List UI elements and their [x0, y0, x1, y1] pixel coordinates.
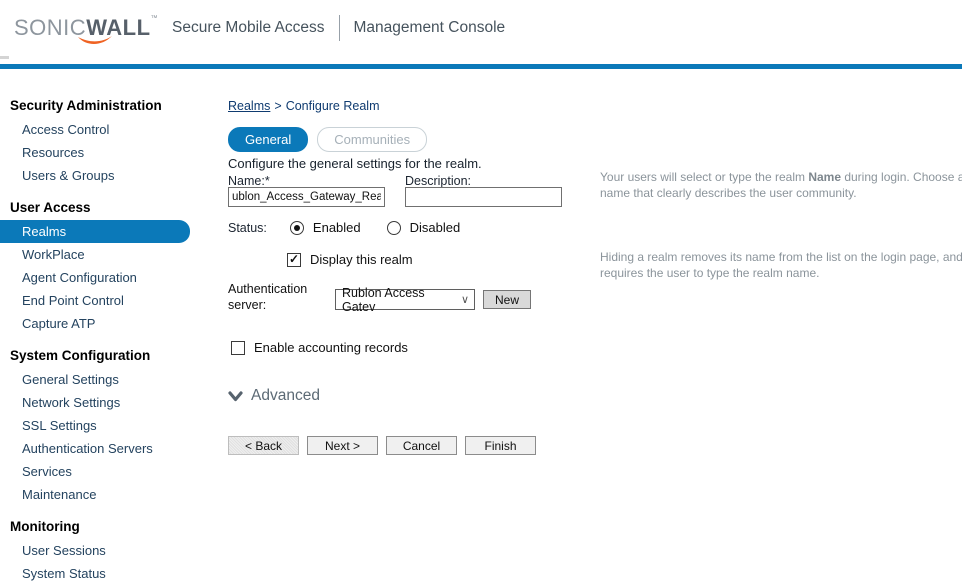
status-label: Status: — [228, 221, 267, 235]
sidebar-item-resources[interactable]: Resources — [0, 141, 200, 164]
sidebar-item-network-settings[interactable]: Network Settings — [0, 391, 200, 414]
app-window: SONICWALL™ Secure Mobile Access Manageme… — [0, 0, 962, 587]
app-header: SONICWALL™ Secure Mobile Access Manageme… — [0, 0, 962, 56]
main-content: Realms > Configure Realm General Communiti… — [228, 90, 962, 587]
sidebar-item-agent-configuration[interactable]: Agent Configuration — [0, 266, 200, 289]
sidebar-item-maintenance[interactable]: Maintenance — [0, 483, 200, 506]
status-row: Status: Enabled Disabled — [228, 220, 460, 235]
tab-general[interactable]: General — [228, 127, 308, 152]
breadcrumb-link-realms[interactable]: Realms — [228, 99, 270, 113]
breadcrumb-current: Configure Realm — [286, 99, 380, 113]
sidebar-item-capture-atp[interactable]: Capture ATP — [0, 312, 200, 335]
console-name: Management Console — [354, 19, 506, 37]
app-logo: SONICWALL™ — [14, 15, 158, 41]
chevron-down-icon: ∨ — [461, 293, 469, 306]
header-divider — [339, 15, 340, 41]
sidebar-heading-monitoring: Monitoring — [10, 519, 200, 534]
description-label: Description: — [405, 174, 471, 188]
sidebar-item-general-settings[interactable]: General Settings — [0, 368, 200, 391]
intro-text: Configure the general settings for the r… — [228, 156, 482, 171]
chevron-down-icon — [228, 391, 243, 402]
display-realm-label: Display this realm — [310, 252, 413, 267]
tab-communities[interactable]: Communities — [317, 127, 427, 152]
display-realm-checkbox[interactable] — [287, 253, 301, 267]
sidebar-item-services[interactable]: Services — [0, 460, 200, 483]
status-enabled-label: Enabled — [313, 220, 361, 235]
sidebar-item-workplace[interactable]: WorkPlace — [0, 243, 200, 266]
sidebar-item-end-point-control[interactable]: End Point Control — [0, 289, 200, 312]
logo-text-sonic: SONIC — [14, 15, 86, 40]
description-input[interactable] — [405, 187, 562, 207]
header-notch — [0, 56, 9, 59]
sidebar-heading-system-configuration: System Configuration — [10, 348, 200, 363]
accent-bar — [0, 64, 962, 69]
new-auth-server-button[interactable]: New — [483, 290, 531, 309]
accounting-checkbox[interactable] — [231, 341, 245, 355]
breadcrumb: Realms > Configure Realm — [228, 99, 379, 113]
sidebar-item-realms[interactable]: Realms — [0, 220, 190, 243]
name-label: Name:* — [228, 174, 270, 188]
sidebar-item-user-sessions[interactable]: User Sessions — [0, 539, 200, 562]
display-realm-row: Display this realm — [287, 252, 413, 267]
realm-name-input[interactable] — [228, 187, 385, 207]
accounting-row: Enable accounting records — [231, 340, 408, 355]
status-enabled-radio[interactable] — [290, 221, 304, 235]
sidebar-heading-user-access: User Access — [10, 200, 200, 215]
hide-realm-help-text: Hiding a realm removes its name from the… — [600, 249, 962, 281]
name-help-pre: Your users will select or type the realm — [600, 170, 808, 184]
next-button[interactable]: Next > — [307, 436, 378, 455]
sidebar-item-ssl-settings[interactable]: SSL Settings — [0, 414, 200, 437]
finish-button[interactable]: Finish — [465, 436, 536, 455]
product-name: Secure Mobile Access — [172, 19, 325, 37]
breadcrumb-separator: > — [274, 99, 281, 113]
status-disabled-label: Disabled — [410, 220, 461, 235]
cancel-button[interactable]: Cancel — [386, 436, 457, 455]
back-button[interactable]: < Back — [228, 436, 299, 455]
name-help-bold: Name — [808, 170, 841, 184]
sidebar: Security Administration Access Control R… — [0, 90, 200, 587]
name-help-text: Your users will select or type the realm… — [600, 169, 962, 201]
sidebar-heading-security-administration: Security Administration — [10, 98, 200, 113]
auth-server-select[interactable]: Rublon Access Gatev ∨ — [335, 289, 475, 310]
sidebar-item-authentication-servers[interactable]: Authentication Servers — [0, 437, 200, 460]
status-disabled-radio[interactable] — [387, 221, 401, 235]
advanced-toggle[interactable]: Advanced — [228, 387, 320, 405]
accounting-label: Enable accounting records — [254, 340, 408, 355]
logo-swoosh-icon — [77, 35, 113, 47]
auth-server-label: Authentication server: — [228, 282, 328, 313]
sidebar-item-system-status[interactable]: System Status — [0, 562, 200, 585]
sidebar-item-access-control[interactable]: Access Control — [0, 118, 200, 141]
logo-trademark: ™ — [151, 15, 159, 22]
tab-bar: General Communities — [228, 127, 427, 152]
sidebar-item-users-groups[interactable]: Users & Groups — [0, 164, 200, 187]
wizard-buttons: < Back Next > Cancel Finish — [228, 436, 544, 455]
advanced-label: Advanced — [251, 387, 320, 405]
auth-server-selected-value: Rublon Access Gatev — [342, 286, 461, 314]
